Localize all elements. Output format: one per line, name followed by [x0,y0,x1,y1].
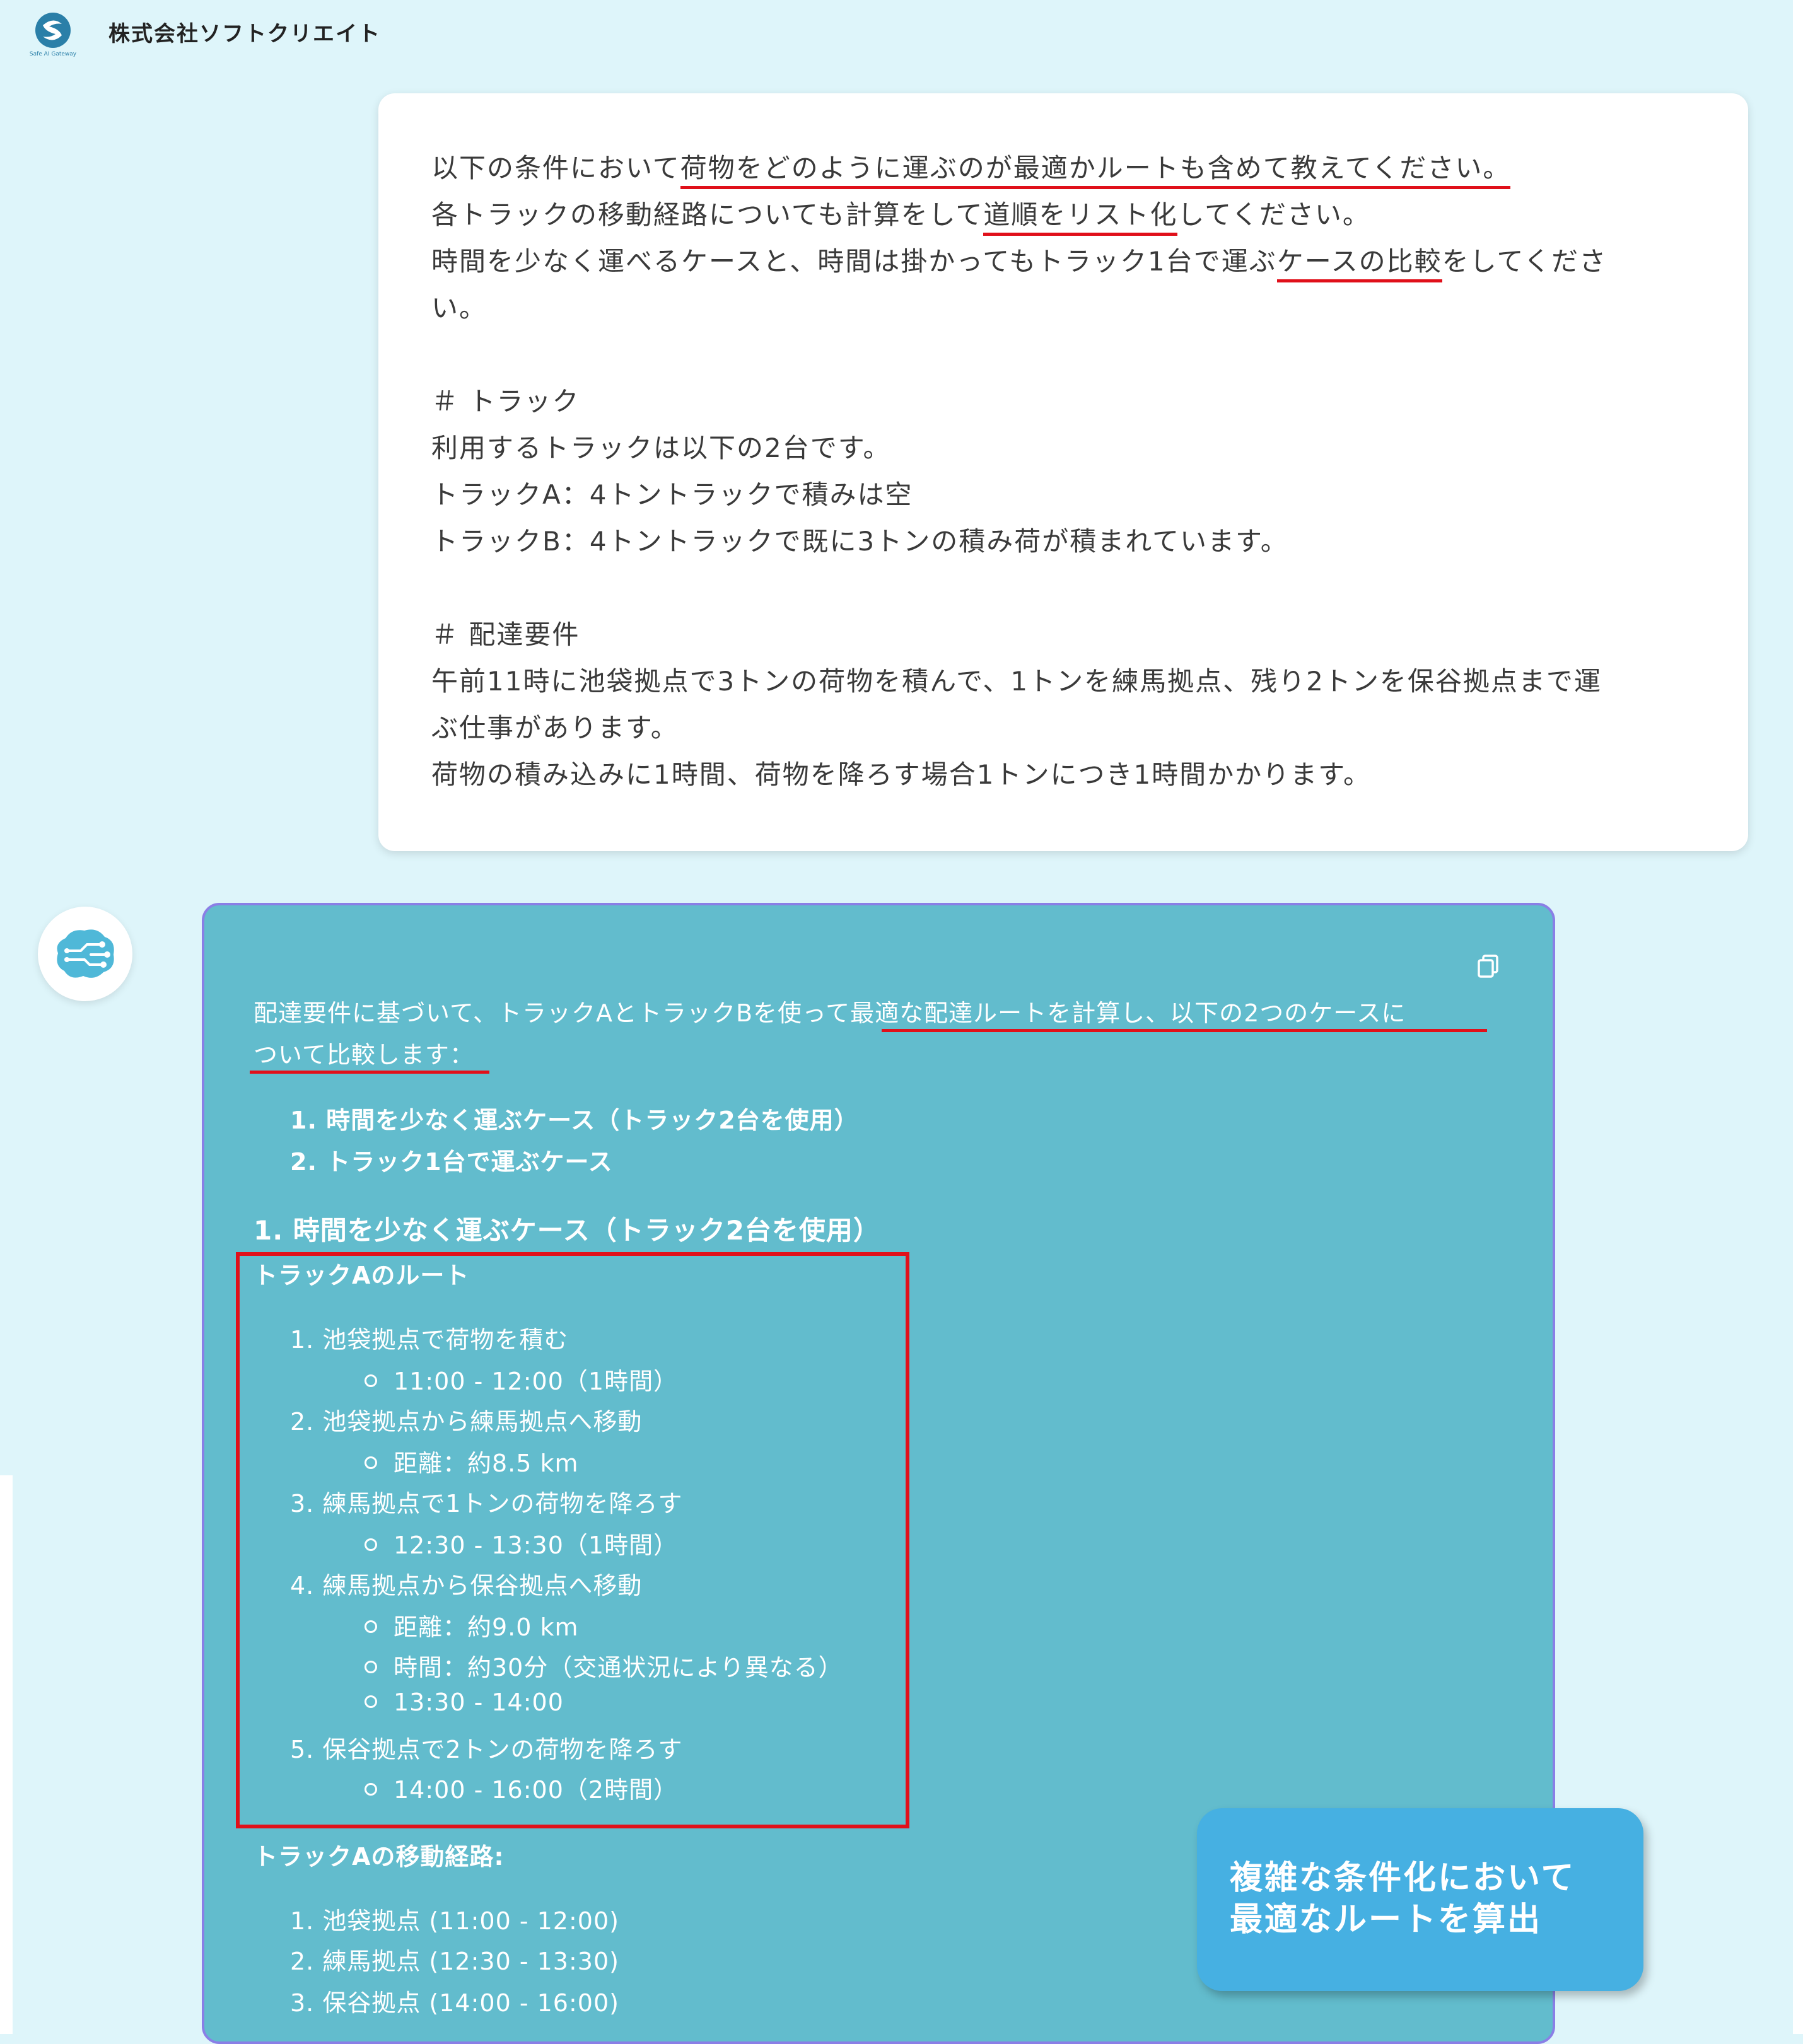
line-text: 荷物の積み込みに1時間、荷物を降ろす場合1トンにつき1時間かかります。 [431,759,1371,790]
safe-ai-gateway-logo-icon[interactable]: Safe AI Gateway [24,11,82,58]
user-message-line: 荷物の積み込みに1時間、荷物を降ろす場合1トンにつき1時間かかります。 [431,752,1691,798]
line-text: 以下の条件において [431,153,680,183]
route-step-4: 4. 練馬拠点から保谷拠点へ移動 [290,1572,643,1600]
line-text: 各トラックの移動経路についても計算をして [431,199,984,230]
ai-avatar [38,907,132,1001]
company-name: 株式会社ソフトクリエイト [108,21,381,47]
line-text: い。 [431,293,487,323]
section-heading: 1. 時間を少なく運ぶケース（トラック2台を使用） [254,1215,880,1246]
user-message-line [431,332,1691,378]
callout-banner: 複雑な条件化において 最適なルートを算出 [1197,1808,1643,1991]
path-item-3: 3. 保谷拠点 (14:00 - 16:00) [290,1989,619,2017]
path-heading: トラックAの移動経路: [254,1843,505,1871]
ai-intro-line-1: 配達要件に基づいて、トラックAとトラックBを使って最適な配達ルートを計算し、以下… [254,999,1406,1027]
line-text: 午前11時に池袋拠点で3トンの荷物を積んで、1トンを練馬拠点、残り2トンを保谷拠… [431,666,1602,697]
callout-line-1: 複雑な条件化において [1230,1859,1576,1897]
user-message-line: ＃ 配達要件 [431,612,1691,658]
logo-caption: Safe AI Gateway [30,51,77,57]
user-message-text: 以下の条件において荷物をどのように運ぶのが最適かルートも含めて教えてください。各… [431,145,1691,798]
route-step-4-detail-2: 時間：約30分（交通状況により異なる） [365,1648,843,1683]
route-step-3: 3. 練馬拠点で1トンの荷物を降ろす [290,1490,683,1518]
route-step-4-detail-3: 13:30 - 14:00 [365,1688,564,1716]
bullet-icon [365,1538,377,1551]
bullet-icon [365,1620,377,1633]
line-text: をしてくださ [1442,246,1608,277]
bullet-icon [365,1660,377,1673]
underlined-text: 荷物をどのように運ぶのが最適かルートも含めて教えてください。 [680,153,1511,189]
line-text: ぶ仕事があります。 [431,712,679,743]
user-message-line: トラックB：4トントラックで既に3トンの積み荷が積まれています。 [431,518,1691,565]
route-step-2-detail-1: 距離：約8.5 km [365,1444,579,1478]
route-step-5-detail-1: 14:00 - 16:00（2時間） [365,1770,678,1805]
line-text: 時間を少なく運べるケースと、時間は掛かってもトラック1台で運ぶ [431,246,1277,277]
bullet-icon [365,1456,377,1469]
user-message-line: 午前11時に池袋拠点で3トンの荷物を積んで、1トンを練馬拠点、残り2トンを保谷拠… [431,658,1691,705]
route-step-1-detail-1: 11:00 - 12:00（1時間） [365,1362,678,1397]
path-item-1: 1. 池袋拠点 (11:00 - 12:00) [290,1907,619,1935]
user-message-line [431,565,1691,612]
user-message-line: ＃ トラック [431,378,1691,425]
user-message-card: 以下の条件において荷物をどのように運ぶのが最適かルートも含めて教えてください。各… [378,93,1748,851]
bullet-icon [365,1782,377,1796]
path-item-2: 2. 練馬拠点 (12:30 - 13:30) [290,1948,619,1975]
white-left-strip [0,1475,13,2034]
user-message-line: 各トラックの移動経路についても計算をして道順をリスト化してください。 [431,192,1691,238]
copy-icon[interactable] [1476,953,1501,978]
ai-intro-line-2: ついて比較します： [254,1041,474,1069]
line-text: ＃ トラック [431,386,580,417]
underlined-text: ケースの比較 [1276,246,1442,282]
user-message-line: トラックA：4トントラックで積みは空 [431,472,1691,518]
line-text: してください。 [1177,199,1370,230]
line-text: トラックB：4トントラックで既に3トンの積み荷が積まれています。 [431,526,1288,557]
case-item-1: 1. 時間を少なく運ぶケース（トラック2台を使用） [290,1106,859,1134]
red-underline-intro-2 [250,1071,489,1074]
app-header: Safe AI Gateway 株式会社ソフトクリエイト [0,0,1793,63]
route-step-2: 2. 池袋拠点から練馬拠点へ移動 [290,1408,643,1436]
red-underline-intro-1 [882,1029,1487,1032]
user-message-line: ぶ仕事があります。 [431,705,1691,752]
callout-line-2: 最適なルートを算出 [1230,1901,1543,1939]
line-text: 利用するトラックは以下の2台です。 [431,433,891,463]
route-heading: トラックAのルート [254,1262,470,1289]
ai-brain-icon [57,929,114,978]
route-step-1: 1. 池袋拠点で荷物を積む [290,1326,569,1354]
user-message-line: 利用するトラックは以下の2台です。 [431,425,1691,472]
route-step-5: 5. 保谷拠点で2トンの荷物を降ろす [290,1736,683,1763]
bullet-icon [365,1374,377,1387]
route-step-3-detail-1: 12:30 - 13:30（1時間） [365,1526,678,1560]
bullet-icon [365,1695,377,1708]
underlined-text: 道順をリスト化 [983,199,1178,236]
user-message-line: い。 [431,285,1691,332]
user-message-line: 以下の条件において荷物をどのように運ぶのが最適かルートも含めて教えてください。 [431,145,1691,192]
user-message-line: 時間を少なく運べるケースと、時間は掛かってもトラック1台で運ぶケースの比較をして… [431,238,1691,285]
case-item-2: 2. トラック1台で運ぶケース [290,1148,613,1176]
line-text: ＃ 配達要件 [431,619,580,650]
white-right-strip [1793,0,1803,2034]
route-step-4-detail-1: 距離：約9.0 km [365,1608,579,1642]
line-text: トラックA：4トントラックで積みは空 [431,479,913,510]
